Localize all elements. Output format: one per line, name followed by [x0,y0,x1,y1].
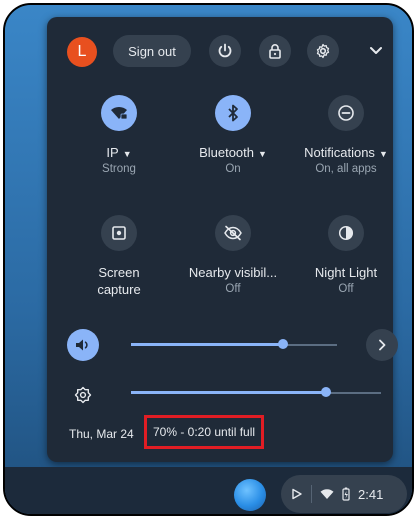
chevron-down-icon [370,47,382,54]
volume-slider-fill [131,343,283,346]
tile-bluetooth-status: On [225,163,241,175]
caret-down-icon: ▼ [122,149,132,159]
battery-status-text: 70% - 0:20 until full [152,425,256,439]
tile-night-light-label[interactable]: Night Light [291,264,401,281]
notifications-label: Notifications [304,145,375,160]
tile-bluetooth-label[interactable]: Bluetooth ▼ [178,144,288,163]
screen-frame: L Sign out IP ▼ Strong Bluetooth ▼ On No… [3,3,414,516]
gear-icon [316,43,330,59]
tile-nearby-status: Off [225,283,241,295]
settings-button[interactable] [307,35,339,67]
night-light-icon [338,225,354,241]
tile-night-light-status: Off [338,283,354,295]
battery-status-highlight: 70% - 0:20 until full [144,415,264,449]
brightness-slider-fill [131,391,326,394]
tile-network-label[interactable]: IP ▼ [64,144,174,163]
avatar[interactable]: L [67,37,97,67]
tile-nearby-label[interactable]: Nearby visibil... [178,264,288,281]
night-light-toggle[interactable] [328,215,364,251]
status-tray[interactable]: 2:41 [281,475,407,513]
volume-icon [76,339,88,351]
caret-down-icon: ▼ [258,149,267,159]
clock-time: 2:41 [358,486,384,502]
volume-slider-thumb[interactable] [278,339,288,349]
audio-settings-button[interactable] [366,329,398,361]
power-button[interactable] [209,35,241,67]
lock-button[interactable] [259,35,291,67]
screen-capture-line1: Screen [98,265,140,280]
bluetooth-label: Bluetooth [199,145,254,160]
date-label: Thu, Mar 24 [69,427,134,441]
nearby-visibility-toggle[interactable] [215,215,251,251]
screen-capture-icon [112,226,126,240]
visibility-off-icon [224,225,242,241]
bluetooth-toggle[interactable] [215,95,251,131]
screen-capture-line2: capture [97,282,141,297]
quick-settings-panel: L Sign out IP ▼ Strong Bluetooth ▼ On No… [47,17,398,462]
cast-play-icon [292,488,302,500]
screen-capture-toggle[interactable] [101,215,137,251]
lock-icon [269,44,281,59]
launcher-button[interactable] [234,479,266,511]
tile-notifications-label[interactable]: Notifications ▼ [291,144,401,163]
network-name: IP [106,145,119,160]
collapse-button[interactable] [369,43,383,61]
do-not-disturb-icon [338,105,354,121]
tile-screen-capture-label[interactable]: Screen capture [64,264,174,298]
wifi-lock-icon [111,106,128,120]
caret-down-icon: ▼ [378,149,388,159]
tile-notifications-status: On, all apps [315,163,377,175]
power-icon [218,43,232,58]
battery-charging-icon [342,487,350,501]
tray-divider [311,485,312,503]
bluetooth-icon [228,104,238,122]
sign-out-button[interactable]: Sign out [113,35,191,67]
wifi-icon [320,489,334,499]
brightness-icon [74,386,92,404]
chevron-right-icon [379,339,386,351]
mute-button[interactable] [67,329,99,361]
notifications-toggle[interactable] [328,95,364,131]
network-toggle[interactable] [101,95,137,131]
brightness-slider-thumb[interactable] [321,387,331,397]
brightness-icon-wrap [67,379,99,411]
tile-network-status: Strong [102,163,136,175]
